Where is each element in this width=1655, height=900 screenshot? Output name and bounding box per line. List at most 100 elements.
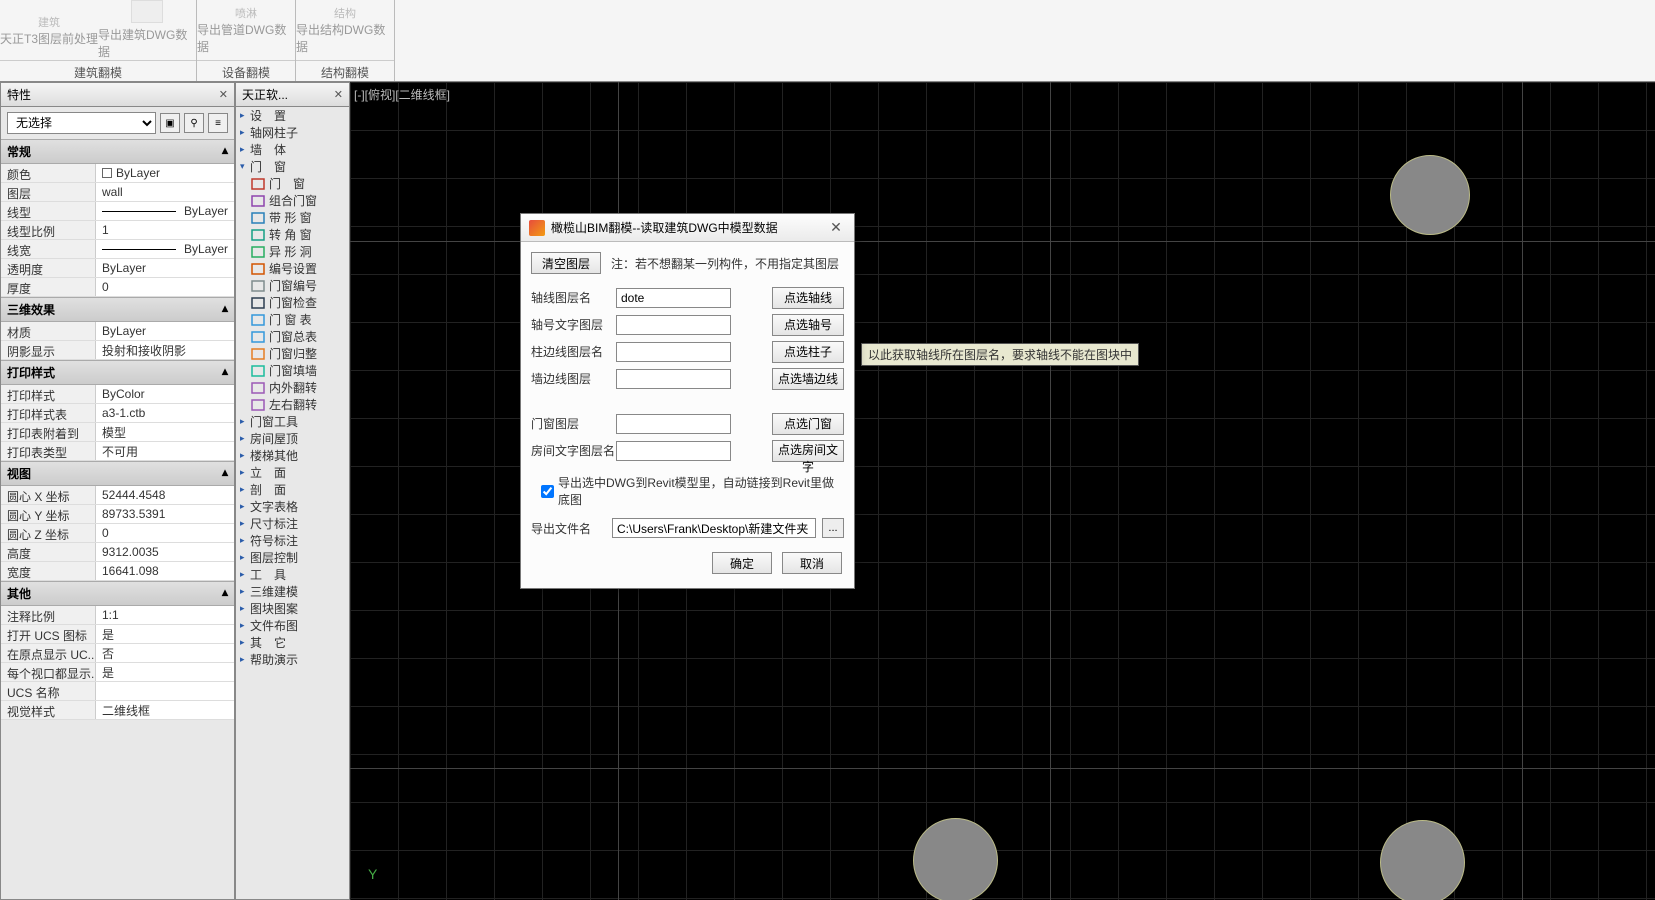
property-value[interactable]: 52444.4548 [96, 486, 234, 504]
tool-item[interactable]: ▸文字表格 [236, 498, 349, 515]
close-icon[interactable]: ✕ [826, 219, 846, 236]
ribbon-button[interactable]: 建筑天正T3图层前处理 [0, 0, 98, 60]
property-row[interactable]: 视觉样式二维线框 [1, 701, 234, 720]
property-value[interactable]: 1:1 [96, 606, 234, 624]
property-section-header[interactable]: 常规▴ [1, 139, 234, 164]
property-value[interactable]: ByLayer [96, 202, 234, 220]
pick-layer-button[interactable]: 点选墙边线 [772, 368, 844, 390]
tool-item[interactable]: ▸图层控制 [236, 549, 349, 566]
close-icon[interactable]: ✕ [334, 88, 343, 101]
property-section-header[interactable]: 视图▴ [1, 461, 234, 486]
tool-item[interactable]: ▸墙 体 [236, 141, 349, 158]
tool-item[interactable]: ▸符号标注 [236, 532, 349, 549]
ribbon-button[interactable]: 喷淋导出管道DWG数据 [197, 0, 295, 60]
tool-item[interactable]: 门 窗 表 [236, 311, 349, 328]
property-value[interactable] [96, 682, 234, 700]
property-section-header[interactable]: 其他▴ [1, 581, 234, 606]
ribbon-button[interactable]: 结构导出结构DWG数据 [296, 0, 394, 60]
property-value[interactable]: 否 [96, 644, 234, 662]
property-row[interactable]: 颜色ByLayer [1, 164, 234, 183]
property-value[interactable]: 9312.0035 [96, 543, 234, 561]
layer-name-input[interactable] [616, 315, 731, 335]
pick-layer-button[interactable]: 点选房间文字 [772, 440, 844, 462]
tool-item[interactable]: 门窗检查 [236, 294, 349, 311]
property-value[interactable]: 二维线框 [96, 701, 234, 719]
property-value[interactable]: 89733.5391 [96, 505, 234, 523]
property-value[interactable]: a3-1.ctb [96, 404, 234, 422]
property-value[interactable]: 模型 [96, 423, 234, 441]
property-row[interactable]: UCS 名称 [1, 682, 234, 701]
pick-layer-button[interactable]: 点选门窗 [772, 413, 844, 435]
property-row[interactable]: 注释比例1:1 [1, 606, 234, 625]
property-row[interactable]: 打印样式表a3-1.ctb [1, 404, 234, 423]
property-row[interactable]: 每个视口都显示...是 [1, 663, 234, 682]
property-value[interactable]: 1 [96, 221, 234, 239]
tool-item[interactable]: 门窗归整 [236, 345, 349, 362]
property-value[interactable]: 是 [96, 663, 234, 681]
property-row[interactable]: 图层wall [1, 183, 234, 202]
tool-item[interactable]: 门窗填墙 [236, 362, 349, 379]
tool-item[interactable]: ▸设 置 [236, 107, 349, 124]
close-icon[interactable]: ✕ [219, 88, 228, 101]
tool-item[interactable]: ▸楼梯其他 [236, 447, 349, 464]
property-value[interactable]: 是 [96, 625, 234, 643]
property-row[interactable]: 线型ByLayer [1, 202, 234, 221]
pick-layer-button[interactable]: 点选轴线 [772, 287, 844, 309]
tool-item[interactable]: ▸工 具 [236, 566, 349, 583]
tool-item[interactable]: 转 角 窗 [236, 226, 349, 243]
filter-button[interactable]: ≡ [208, 113, 228, 133]
drawing-circle[interactable] [913, 818, 998, 900]
tool-item[interactable]: 组合门窗 [236, 192, 349, 209]
property-row[interactable]: 线宽ByLayer [1, 240, 234, 259]
property-row[interactable]: 透明度ByLayer [1, 259, 234, 278]
tool-item[interactable]: ▸其 它 [236, 634, 349, 651]
tool-item[interactable]: ▸尺寸标注 [236, 515, 349, 532]
ok-button[interactable]: 确定 [712, 552, 772, 574]
clear-layers-button[interactable]: 清空图层 [531, 252, 601, 274]
property-row[interactable]: 打印表附着到模型 [1, 423, 234, 442]
drawing-circle[interactable] [1390, 155, 1470, 235]
tool-item[interactable]: ▸帮助演示 [236, 651, 349, 668]
property-value[interactable]: 0 [96, 278, 234, 296]
property-row[interactable]: 阴影显示投射和接收阴影 [1, 341, 234, 360]
layer-name-input[interactable] [616, 288, 731, 308]
property-row[interactable]: 在原点显示 UC...否 [1, 644, 234, 663]
drawing-canvas[interactable]: [-][俯视][二维线框] Y 以此获取轴线所在图层名，要求轴线不能在图块中 橄… [350, 82, 1655, 900]
tool-item[interactable]: 门窗总表 [236, 328, 349, 345]
toggle-pip-button[interactable]: ▣ [160, 113, 180, 133]
layer-name-input[interactable] [616, 342, 731, 362]
dialog-titlebar[interactable]: 橄榄山BIM翻模--读取建筑DWG中模型数据 ✕ [521, 214, 854, 242]
property-value[interactable]: 16641.098 [96, 562, 234, 580]
pick-layer-button[interactable]: 点选柱子 [772, 341, 844, 363]
property-value[interactable]: ByLayer [96, 164, 234, 182]
tool-item[interactable]: 内外翻转 [236, 379, 349, 396]
property-row[interactable]: 线型比例1 [1, 221, 234, 240]
tool-item[interactable]: 带 形 窗 [236, 209, 349, 226]
tool-item[interactable]: ▸文件布图 [236, 617, 349, 634]
property-row[interactable]: 圆心 Z 坐标0 [1, 524, 234, 543]
property-row[interactable]: 圆心 Y 坐标89733.5391 [1, 505, 234, 524]
tool-item[interactable]: ▸房间屋顶 [236, 430, 349, 447]
property-section-header[interactable]: 三维效果▴ [1, 297, 234, 322]
property-value[interactable]: 不可用 [96, 442, 234, 460]
tool-item[interactable]: ▸轴网柱子 [236, 124, 349, 141]
property-row[interactable]: 厚度0 [1, 278, 234, 297]
tool-item[interactable]: ▾门 窗 [236, 158, 349, 175]
property-value[interactable]: ByLayer [96, 240, 234, 258]
pick-layer-button[interactable]: 点选轴号 [772, 314, 844, 336]
selection-dropdown[interactable]: 无选择 [7, 112, 156, 134]
tool-item[interactable]: 异 形 洞 [236, 243, 349, 260]
tool-item[interactable]: ▸剖 面 [236, 481, 349, 498]
property-row[interactable]: 材质ByLayer [1, 322, 234, 341]
property-row[interactable]: 打印表类型不可用 [1, 442, 234, 461]
tool-item[interactable]: 编号设置 [236, 260, 349, 277]
property-row[interactable]: 高度9312.0035 [1, 543, 234, 562]
layer-name-input[interactable] [616, 414, 731, 434]
properties-header[interactable]: 特性 ✕ [1, 83, 234, 107]
tool-item[interactable]: 门窗编号 [236, 277, 349, 294]
property-row[interactable]: 打开 UCS 图标是 [1, 625, 234, 644]
property-section-header[interactable]: 打印样式▴ [1, 360, 234, 385]
export-path-input[interactable] [612, 518, 816, 538]
layer-name-input[interactable] [616, 441, 731, 461]
tool-item[interactable]: ▸三维建模 [236, 583, 349, 600]
